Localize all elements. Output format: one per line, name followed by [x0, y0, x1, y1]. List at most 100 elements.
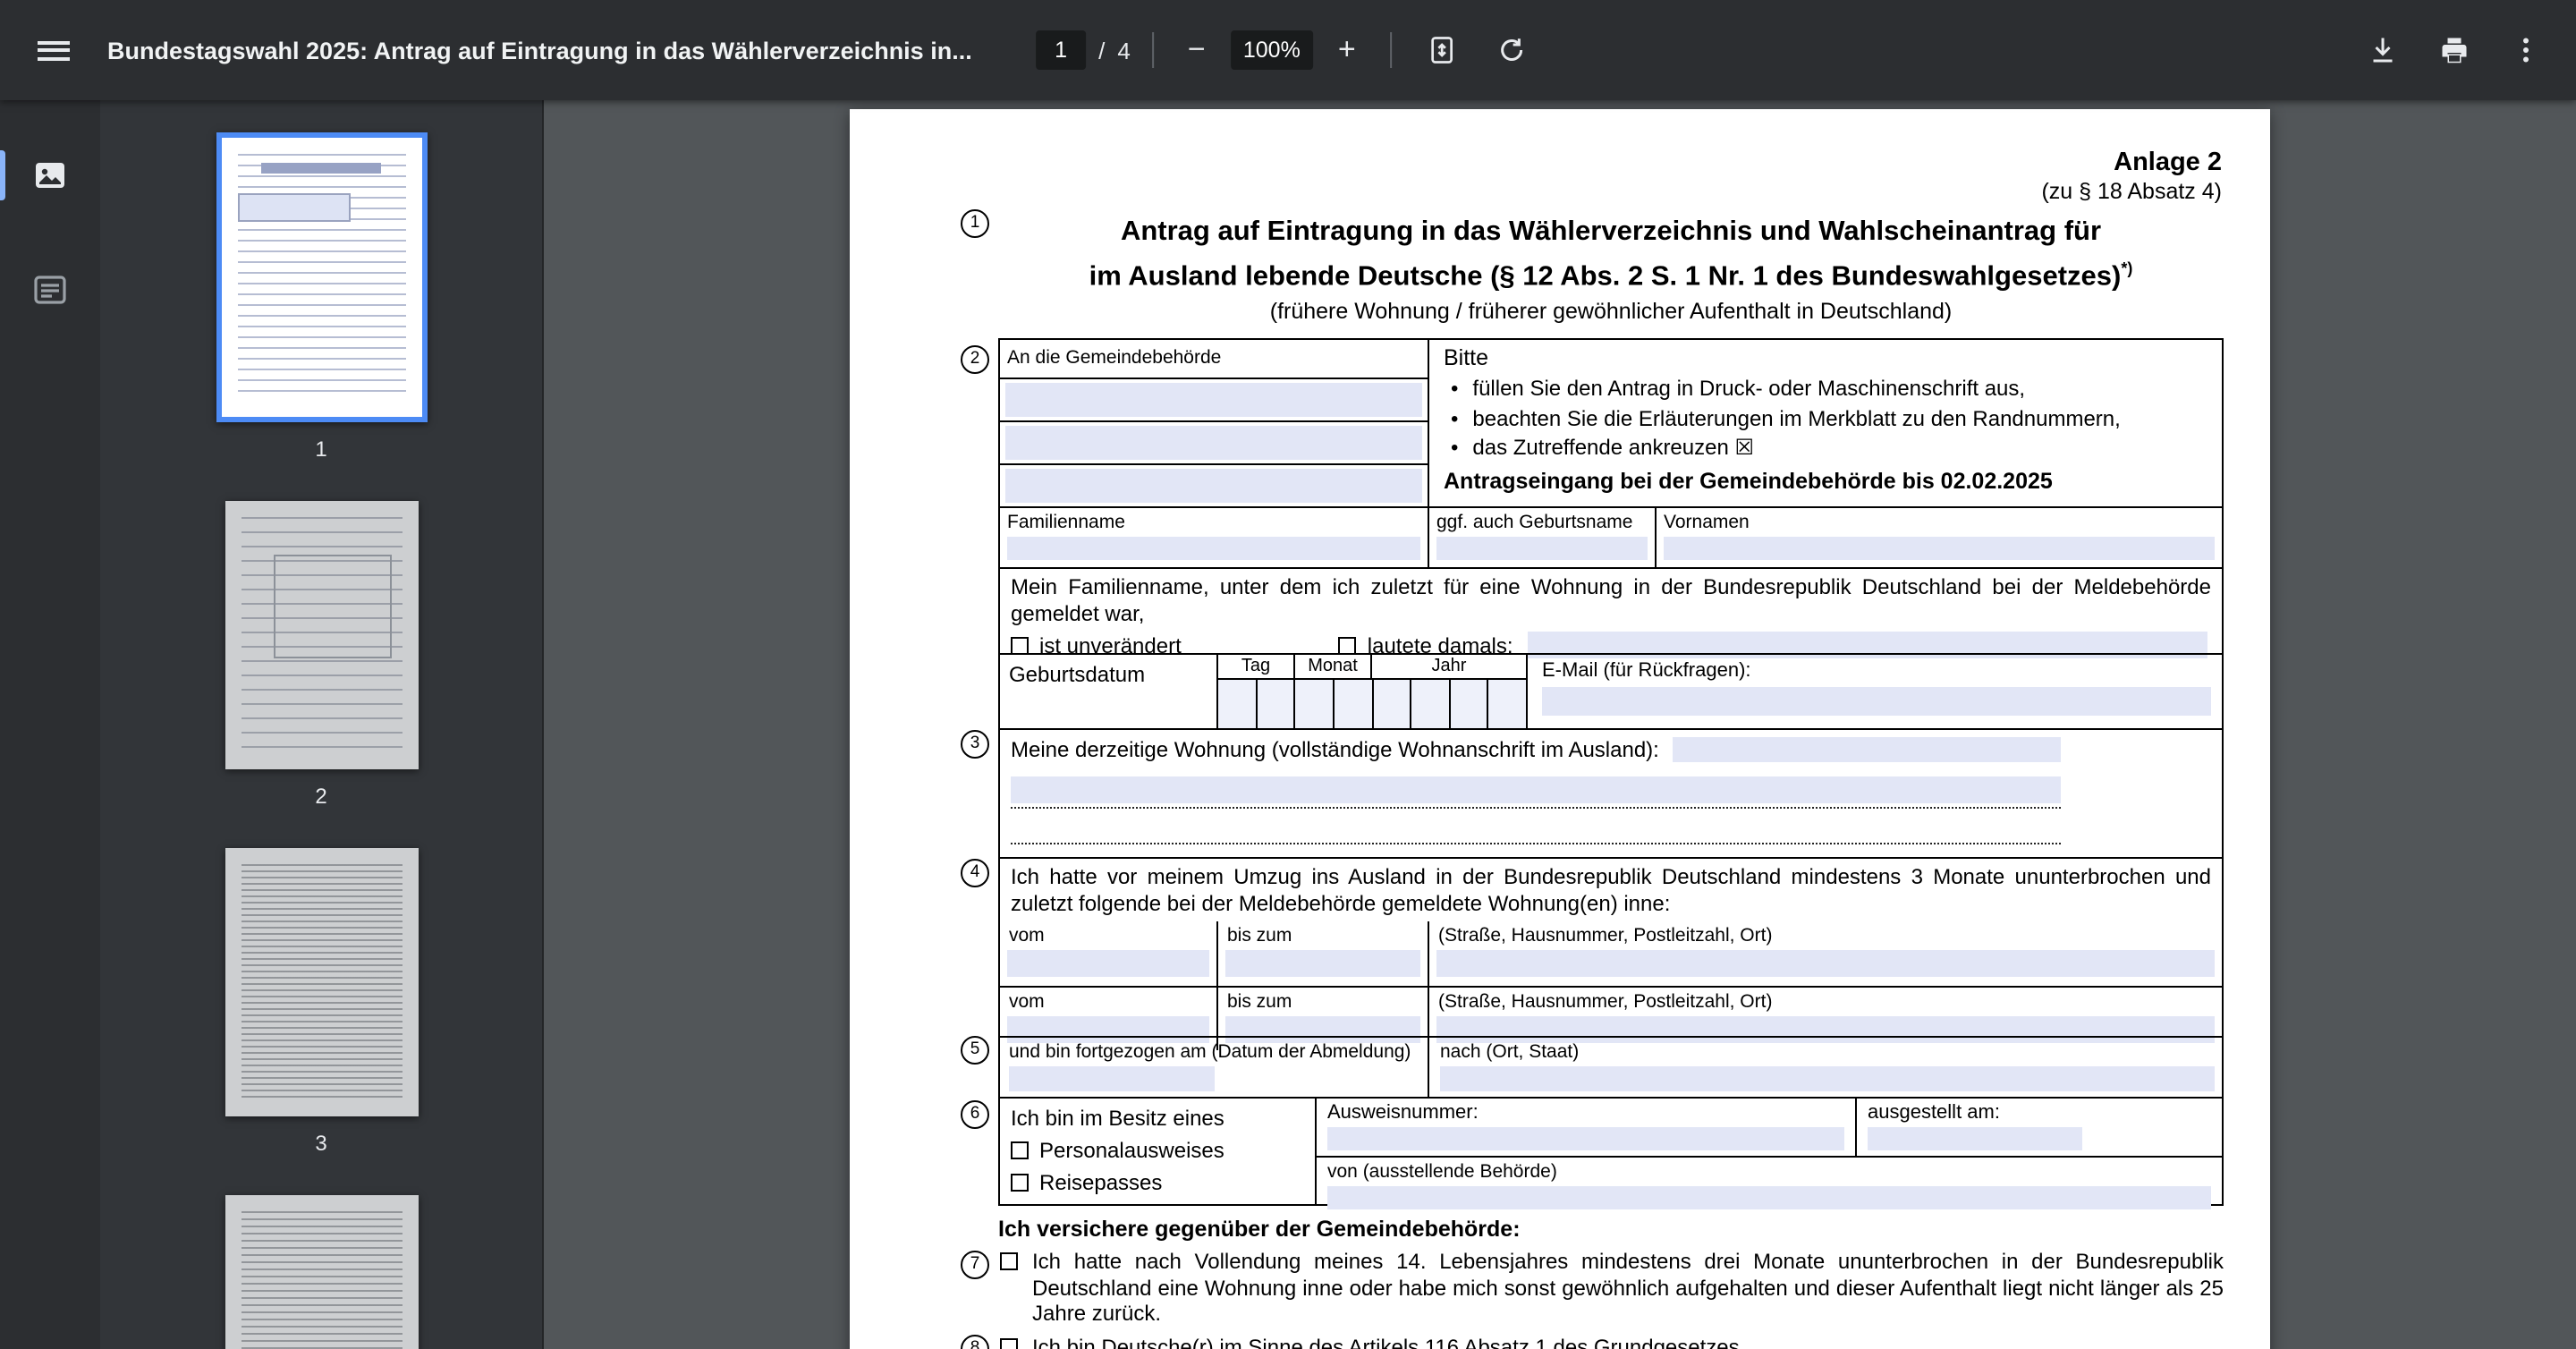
- dotted-line: [1011, 809, 2061, 844]
- toolbar-left: Bundestagswahl 2025: Antrag auf Eintragu…: [0, 21, 972, 79]
- page-divider-text: /: [1098, 37, 1106, 64]
- pdf-page-1: Anlage 2 (zu § 18 Absatz 4) 1 Antrag auf…: [850, 109, 2270, 1349]
- margin-number-1: 1: [961, 209, 989, 238]
- birthdate-digit-1[interactable]: [1218, 680, 1258, 728]
- tag-label: Tag: [1218, 655, 1295, 678]
- checkbox-item7[interactable]: [1000, 1252, 1018, 1270]
- hamburger-icon: [38, 36, 70, 64]
- rotate-icon: [1500, 38, 1522, 61]
- gemeinde-label: An die Gemeindebehörde: [1007, 347, 1222, 369]
- zoom-in-button[interactable]: +: [1326, 29, 1368, 72]
- download-button[interactable]: [2354, 21, 2411, 79]
- birthdate-digit-2[interactable]: [1257, 680, 1296, 728]
- current-address-line1: Meine derzeitige Wohnung (vollständige W…: [1011, 737, 2061, 762]
- birthdate-digit-7[interactable]: [1450, 680, 1489, 728]
- margin-number-7: 7: [961, 1251, 989, 1279]
- bis-label: bis zum: [1227, 991, 1292, 1013]
- page-number-input[interactable]: [1036, 30, 1087, 70]
- wohnung1-bis-input[interactable]: [1225, 950, 1420, 977]
- wohnung1-adresse-input[interactable]: [1436, 950, 2215, 977]
- gemeinde-line: [1000, 378, 1428, 420]
- form-subtitle: (frühere Wohnung / früherer gewöhnlicher…: [1269, 299, 1953, 325]
- page-3-preview: [241, 864, 402, 1100]
- selected-view-indicator: [0, 150, 5, 200]
- ausstellende-behoerde-input[interactable]: [1327, 1186, 2211, 1209]
- vom-label: vom: [1009, 991, 1045, 1013]
- pdf-viewer[interactable]: Anlage 2 (zu § 18 Absatz 4) 1 Antrag auf…: [542, 100, 2576, 1349]
- id-details-cell: Ausweisnummer: ausgestellt am: von (auss…: [1317, 1099, 2222, 1209]
- row-former-dwellings: Ich hatte vor meinem Umzug ins Ausland i…: [1000, 857, 2222, 1050]
- page-4-preview: [241, 1211, 402, 1349]
- margin-number-6: 6: [961, 1100, 989, 1129]
- current-address-input-1[interactable]: [1673, 737, 2061, 762]
- gemeinde-input-2[interactable]: [1005, 426, 1422, 460]
- declaration-heading: Ich versichere gegenüber der Gemeindebeh…: [998, 1217, 1521, 1242]
- ausgestellt-am-input[interactable]: [1868, 1127, 2082, 1150]
- gemeinde-line: [1000, 420, 1428, 463]
- declaration-item-7: Ich hatte nach Vollendung meines 14. Leb…: [998, 1249, 2224, 1327]
- birthdate-digit-3[interactable]: [1295, 680, 1335, 728]
- birthdate-digit-8[interactable]: [1488, 680, 1526, 728]
- email-input[interactable]: [1542, 687, 2211, 716]
- gemeinde-input-1[interactable]: [1005, 383, 1422, 417]
- menu-button[interactable]: [25, 21, 82, 79]
- bitte-bullet-3: das Zutreffende ankreuzen ☒: [1444, 433, 2207, 462]
- id-intro-text: Ich bin im Besitz eines: [1011, 1106, 1224, 1131]
- thumbnail-page-number: 1: [315, 437, 327, 462]
- vornamen-input[interactable]: [1664, 537, 2215, 560]
- outline-view-button[interactable]: [21, 261, 79, 318]
- zoom-out-button[interactable]: −: [1175, 29, 1218, 72]
- checkbox-item8[interactable]: [1000, 1337, 1018, 1349]
- id-type-cell: Ich bin im Besitz eines Personalausweise…: [1000, 1099, 1317, 1204]
- page-4-thumbnail[interactable]: [225, 1195, 418, 1349]
- declaration-item7-text: Ich hatte nach Vollendung meines 14. Leb…: [1032, 1249, 2224, 1326]
- birthdate-digit-5[interactable]: [1373, 680, 1412, 728]
- geburtsname-input[interactable]: [1436, 537, 1648, 560]
- thumbnail-sidebar: 1 2 3 4: [0, 100, 542, 1349]
- former-dwellings-table: vom bis zum (Straße, Hausnummer, Postlei…: [1000, 921, 2222, 1050]
- email-cell: E-Mail (für Rückfragen):: [1528, 655, 2222, 728]
- row-id-documents: Ich bin im Besitz eines Personalausweise…: [1000, 1097, 2222, 1209]
- more-options-button[interactable]: [2497, 21, 2555, 79]
- print-button[interactable]: [2426, 21, 2483, 79]
- ausweisnummer-input[interactable]: [1327, 1127, 1844, 1150]
- checkbox-personalausweis[interactable]: [1011, 1141, 1029, 1159]
- form-declaration: Ich versichere gegenüber der Gemeindebeh…: [998, 1206, 2224, 1349]
- zoom-level[interactable]: 100%: [1230, 30, 1313, 70]
- gemeinde-line: [1000, 463, 1428, 506]
- familienname-input[interactable]: [1007, 537, 1420, 560]
- form-title-line2: im Ausland lebende Deutsche (§ 12 Abs. 2…: [998, 250, 2224, 295]
- page-1-thumbnail[interactable]: [216, 132, 427, 422]
- gemeinde-input-3[interactable]: [1005, 469, 1422, 503]
- vom-label: vom: [1009, 925, 1045, 946]
- margin-number-4: 4: [961, 859, 989, 887]
- monat-label: Monat: [1295, 655, 1372, 678]
- thumbnails-view-button[interactable]: [21, 147, 79, 204]
- birthdate-digit-4[interactable]: [1334, 680, 1373, 728]
- wohnung1-vom-input[interactable]: [1007, 950, 1209, 977]
- toolbar-separator: [1151, 32, 1154, 68]
- nach-ort-staat-input[interactable]: [1440, 1066, 2215, 1091]
- fit-page-button[interactable]: [1413, 21, 1470, 79]
- nach-cell: nach (Ort, Staat): [1429, 1038, 2222, 1097]
- page-3-thumbnail[interactable]: [225, 848, 418, 1116]
- document-title: Bundestagswahl 2025: Antrag auf Eintragu…: [107, 37, 972, 64]
- personalausweis-label: Personalausweises: [1039, 1138, 1224, 1163]
- toolbar-separator: [1389, 32, 1392, 68]
- reisepass-label: Reisepasses: [1039, 1170, 1163, 1195]
- rotate-button[interactable]: [1483, 21, 1540, 79]
- abmeldedatum-input[interactable]: [1009, 1066, 1215, 1091]
- current-address-block: Meine derzeitige Wohnung (vollständige W…: [1011, 737, 2061, 844]
- current-address-input-2[interactable]: [1011, 776, 2061, 803]
- margin-number-5: 5: [961, 1036, 989, 1065]
- checkbox-lautete-damals[interactable]: [1338, 636, 1357, 654]
- declaration-item8-text: Ich bin Deutsche(r) im Sinne des Artikel…: [1032, 1334, 1740, 1349]
- page-2-thumbnail[interactable]: [225, 501, 418, 769]
- page-total-text: 4: [1117, 37, 1131, 64]
- nach-label: nach (Ort, Staat): [1440, 1041, 1580, 1063]
- vornamen-label: Vornamen: [1664, 512, 1750, 533]
- birthdate-digit-6[interactable]: [1411, 680, 1451, 728]
- checkbox-ist-unveraendert[interactable]: [1011, 636, 1029, 654]
- row-current-address: Meine derzeitige Wohnung (vollständige W…: [1000, 728, 2222, 857]
- checkbox-reisepass[interactable]: [1011, 1174, 1029, 1192]
